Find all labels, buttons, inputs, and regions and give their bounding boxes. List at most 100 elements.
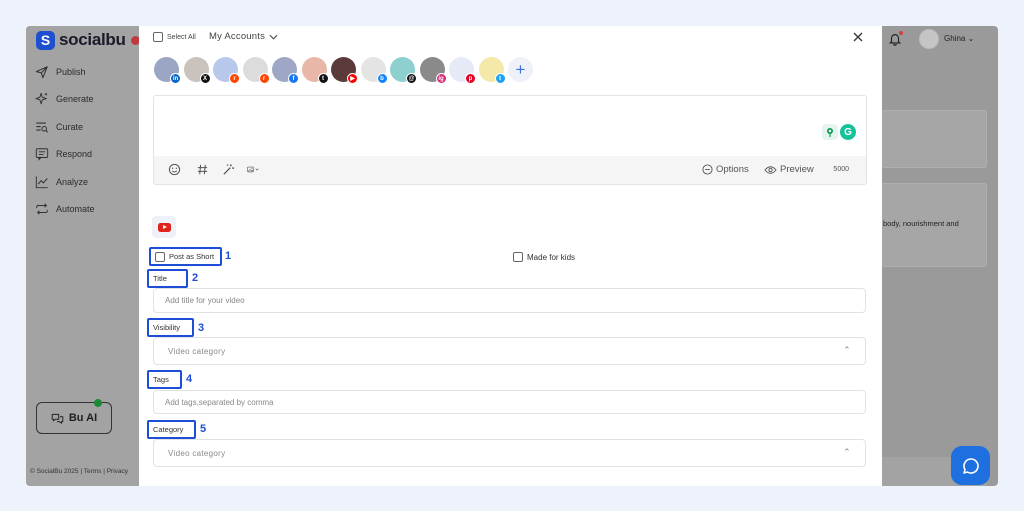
user-name: Ghina bbox=[944, 34, 966, 43]
linkedin-icon: in bbox=[170, 73, 181, 84]
magic-wand-icon[interactable] bbox=[222, 163, 235, 176]
made-for-kids-checkbox[interactable] bbox=[513, 252, 523, 262]
curate-icon bbox=[35, 120, 49, 134]
close-icon bbox=[853, 32, 863, 42]
character-count: 5000 bbox=[833, 166, 849, 173]
repeat-icon bbox=[35, 202, 49, 216]
sidebar-item-curate[interactable]: Curate bbox=[35, 113, 95, 141]
bu-ai-button[interactable]: Bu AI bbox=[36, 399, 112, 434]
account-avatar-x[interactable]: X bbox=[183, 57, 211, 84]
sidebar-item-label: Analyze bbox=[56, 176, 89, 187]
chevron-up-icon: ⌃ bbox=[843, 447, 851, 457]
account-avatar-youtube[interactable]: ▶ bbox=[331, 57, 358, 84]
account-avatar-bluesky[interactable]: b bbox=[360, 57, 388, 84]
select-all-checkbox[interactable] bbox=[153, 32, 163, 42]
footer-text: © SocialBu 2025 | Terms | Privacy bbox=[30, 468, 129, 475]
account-avatar-reddit[interactable]: r bbox=[242, 57, 270, 84]
x-icon: X bbox=[199, 73, 211, 84]
add-account-button[interactable]: + bbox=[508, 57, 533, 82]
options-label: Options bbox=[716, 164, 749, 175]
composer-toolbar: Options Preview 5000 bbox=[154, 156, 866, 184]
annotation-number: 1 bbox=[225, 250, 232, 262]
annotation-number: 4 bbox=[186, 373, 193, 385]
online-dot bbox=[94, 399, 102, 407]
account-avatar-facebook[interactable]: f bbox=[272, 57, 299, 84]
sidebar-item-generate[interactable]: Generate bbox=[35, 86, 95, 114]
post-composer[interactable]: G Options Preview 5000 bbox=[153, 95, 867, 185]
post-as-short-option[interactable]: Post as Short bbox=[149, 247, 222, 266]
visibility-label: Visibility bbox=[147, 318, 194, 337]
title-label: Title bbox=[147, 269, 188, 288]
user-avatar[interactable] bbox=[919, 29, 939, 49]
visibility-select[interactable]: Video category ⌃ bbox=[153, 337, 866, 365]
sidebar-item-respond[interactable]: Respond bbox=[35, 141, 95, 169]
sidebar-item-label: Respond bbox=[56, 149, 93, 160]
send-icon bbox=[35, 65, 49, 79]
sidebar-item-publish[interactable]: Publish bbox=[35, 58, 95, 86]
preview-label: Preview bbox=[780, 164, 814, 175]
tags-label: Tags bbox=[147, 370, 182, 389]
select-all-label: Select All bbox=[167, 33, 196, 41]
options-button[interactable]: Options bbox=[702, 164, 749, 175]
post-as-short-checkbox[interactable] bbox=[155, 251, 165, 262]
tiktok-icon: t bbox=[317, 73, 329, 84]
bu-ai-label: Bu AI bbox=[68, 412, 98, 424]
annotation-number: 2 bbox=[192, 272, 199, 284]
notification-dot bbox=[899, 31, 903, 35]
account-avatar-linkedin[interactable]: in bbox=[154, 57, 181, 84]
chevron-down-icon: ⌄ bbox=[967, 34, 975, 43]
facebook-icon: f bbox=[288, 73, 299, 84]
bluesky-icon: b bbox=[376, 73, 388, 84]
reddit-icon: r bbox=[229, 73, 240, 84]
sidebar-nav: Publish Generate Curate Respond Analyze … bbox=[35, 58, 95, 223]
sidebar-item-analyze[interactable]: Analyze bbox=[35, 168, 95, 196]
sparkle-icon bbox=[35, 92, 49, 106]
account-avatar-instagram[interactable]: ig bbox=[419, 57, 447, 84]
message-icon bbox=[35, 147, 49, 161]
reddit-icon: r bbox=[258, 73, 270, 84]
background-snippet: body, nourishment and bbox=[883, 219, 959, 228]
account-avatar-threads[interactable]: @ bbox=[390, 57, 417, 84]
post-as-short-label: Post as Short bbox=[169, 252, 215, 261]
annotation-number: 3 bbox=[198, 322, 205, 334]
tags-input[interactable]: Add tags,separated by comma bbox=[153, 390, 866, 414]
emoji-icon[interactable] bbox=[168, 163, 181, 176]
brand[interactable]: S socialbu bbox=[36, 30, 140, 50]
support-chat-button[interactable] bbox=[951, 446, 990, 485]
user-menu[interactable]: Ghina ⌄ bbox=[944, 34, 974, 43]
close-button[interactable] bbox=[853, 31, 863, 44]
socialbu-logo-icon: S bbox=[36, 30, 55, 50]
made-for-kids-label: Made for kids bbox=[527, 252, 576, 262]
account-avatar-pinterest[interactable]: p bbox=[449, 57, 476, 84]
select-all[interactable]: Select All bbox=[153, 32, 196, 42]
media-dropdown[interactable] bbox=[247, 163, 271, 176]
category-select[interactable]: Video category ⌃ bbox=[153, 439, 866, 467]
youtube-tab[interactable] bbox=[152, 216, 176, 238]
post-composer-modal: Select All My Accounts in Xr r f t ▶ b @ ig p t + G… bbox=[139, 26, 882, 486]
sidebar-item-label: Publish bbox=[56, 66, 86, 77]
sidebar-item-label: Automate bbox=[56, 204, 95, 215]
background-card bbox=[881, 110, 987, 168]
instagram-icon: ig bbox=[435, 73, 447, 84]
extension-icons: G bbox=[822, 124, 856, 140]
bell-icon[interactable] bbox=[888, 31, 903, 46]
threads-icon: @ bbox=[406, 73, 417, 84]
sidebar: S socialbu Publish Generate Curate Respo… bbox=[26, 26, 140, 486]
minus-circle-icon bbox=[702, 164, 713, 175]
annotation-number: 5 bbox=[200, 423, 207, 435]
location-pin-icon[interactable] bbox=[822, 124, 838, 140]
youtube-icon bbox=[157, 222, 171, 232]
account-avatar-reddit[interactable]: r bbox=[213, 57, 240, 84]
sidebar-item-automate[interactable]: Automate bbox=[35, 196, 95, 224]
sidebar-item-label: Curate bbox=[56, 121, 84, 132]
grammarly-icon[interactable]: G bbox=[840, 124, 856, 140]
title-input[interactable]: Add title for your video bbox=[153, 288, 866, 313]
account-avatar-tiktok[interactable]: t bbox=[301, 57, 329, 84]
made-for-kids-option[interactable]: Made for kids bbox=[513, 252, 575, 262]
account-avatar-twitter[interactable]: t bbox=[478, 57, 506, 84]
hashtag-icon[interactable] bbox=[196, 163, 209, 176]
accounts-dropdown[interactable]: My Accounts bbox=[209, 31, 278, 42]
preview-button[interactable]: Preview bbox=[764, 164, 814, 175]
brand-name: socialbu bbox=[59, 30, 126, 49]
chart-line-icon bbox=[35, 175, 49, 189]
